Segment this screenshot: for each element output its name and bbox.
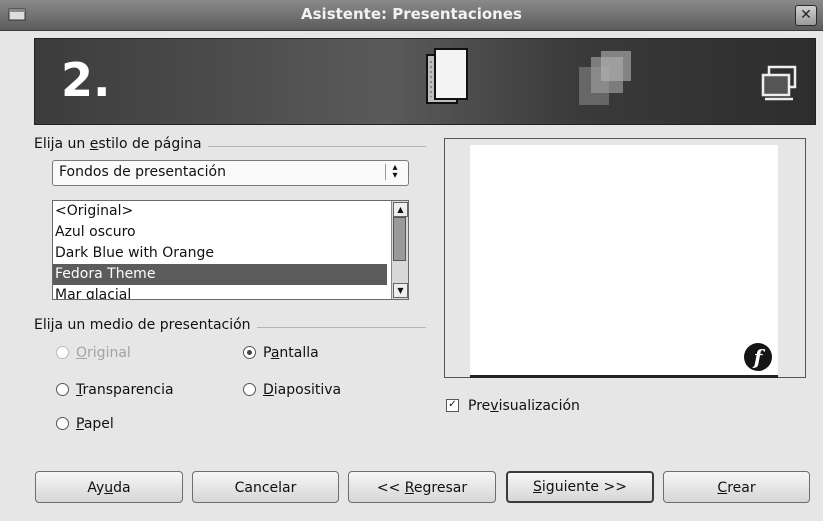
page-style-label: Elija un estilo de página: [34, 136, 208, 152]
medium-label: Elija un medio de presentación: [34, 317, 257, 333]
list-item[interactable]: Mar glacial: [53, 285, 387, 299]
radio-indicator: [56, 345, 69, 359]
radio-indicator: [56, 416, 69, 430]
title-bar: Asistente: Presentaciones ✕: [0, 0, 823, 31]
list-item-selected[interactable]: Fedora Theme: [53, 264, 387, 285]
radio-papel[interactable]: Papel: [56, 414, 114, 434]
window-title: Asistente: Presentaciones: [301, 5, 522, 23]
page-icon: [426, 48, 468, 104]
wizard-banner: 2.: [34, 38, 816, 125]
radio-diapositiva[interactable]: Diapositiva: [243, 380, 341, 400]
radio-original[interactable]: Original: [56, 343, 131, 363]
scroll-up-icon[interactable]: ▲: [393, 202, 408, 217]
page-style-dropdown-value: Fondos de presentación: [59, 164, 226, 180]
list-item[interactable]: Azul oscuro: [53, 222, 387, 243]
list-item[interactable]: <Original>: [53, 201, 387, 222]
radio-indicator: [243, 345, 256, 359]
next-button[interactable]: Siguiente >>: [506, 471, 654, 503]
list-item[interactable]: Dark Blue with Orange: [53, 243, 387, 264]
close-icon: ✕: [800, 7, 812, 23]
page-style-list[interactable]: <Original> Azul oscuro Dark Blue with Or…: [52, 200, 409, 300]
cancel-button[interactable]: Cancelar: [192, 471, 339, 503]
list-scrollbar[interactable]: ▲ ▼: [391, 201, 408, 299]
scroll-down-icon[interactable]: ▼: [393, 283, 408, 298]
fedora-logo-icon: f: [744, 343, 772, 371]
radio-indicator: [243, 382, 256, 396]
chevron-up-down-icon: ▴ ▾: [385, 163, 404, 181]
create-button[interactable]: Crear: [663, 471, 810, 503]
preview-pane: f: [444, 138, 806, 378]
radio-pantalla[interactable]: Pantalla: [243, 343, 319, 363]
preview-checkbox[interactable]: ✓ Previsualización: [446, 396, 580, 416]
close-button[interactable]: ✕: [795, 5, 817, 26]
page-style-dropdown[interactable]: Fondos de presentación ▴ ▾: [52, 160, 409, 186]
layers-icon: [579, 51, 631, 105]
monitor-icon: [761, 65, 797, 101]
scroll-thumb[interactable]: [393, 217, 406, 261]
preview-slide: f: [470, 145, 778, 378]
radio-indicator: [56, 382, 69, 396]
help-button[interactable]: Ayuda: [35, 471, 183, 503]
checkbox-indicator: ✓: [446, 398, 459, 412]
back-button[interactable]: << Regresar: [348, 471, 496, 503]
radio-transparencia[interactable]: Transparencia: [56, 380, 174, 400]
step-number: 2.: [61, 53, 111, 107]
